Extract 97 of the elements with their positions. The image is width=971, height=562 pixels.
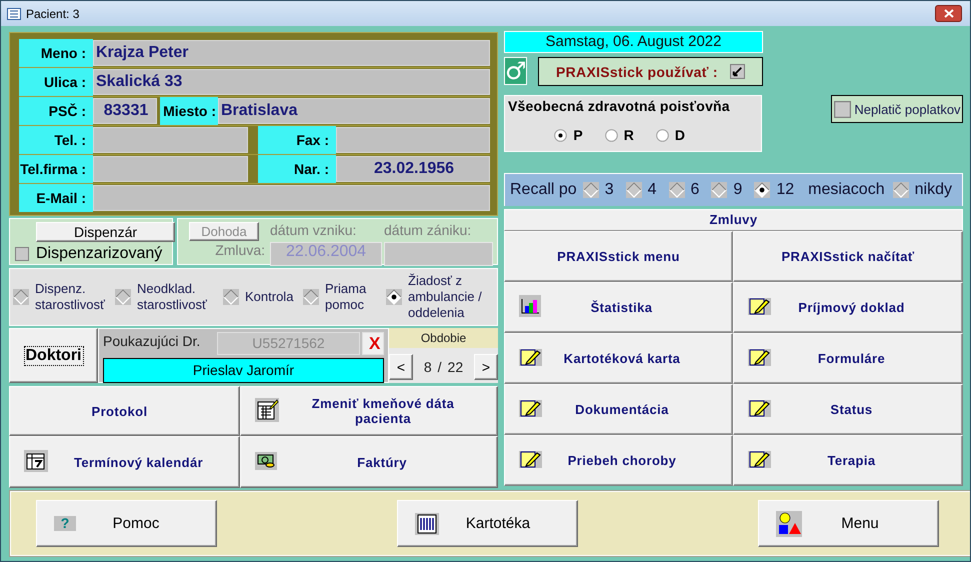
field-label: Nar. : <box>258 155 336 183</box>
action-button[interactable]: Termínový kalendár <box>9 436 240 488</box>
previous-button[interactable]: < <box>389 354 413 380</box>
next-button[interactable]: > <box>474 354 498 380</box>
text-field[interactable] <box>93 185 490 211</box>
card-file-icon <box>415 512 439 534</box>
radio-label: nikdy <box>914 181 952 199</box>
note-pencil-icon <box>519 400 542 416</box>
recall-label: Recall po <box>510 181 577 199</box>
shapes-icon <box>776 510 802 536</box>
action-button[interactable]: PRAXISstick menu <box>504 231 733 282</box>
text-field[interactable]: Skalická 33 <box>93 69 490 95</box>
close-button[interactable] <box>935 5 962 22</box>
checkbox[interactable] <box>834 100 852 118</box>
action-button[interactable]: Protokol <box>9 386 240 436</box>
radio-button[interactable] <box>604 128 618 142</box>
text-field[interactable] <box>93 156 248 182</box>
text-field[interactable]: 83331 <box>93 98 157 124</box>
radio-label: 4 <box>648 181 657 199</box>
radio-label: Dispenz. starostlivosť <box>35 281 105 313</box>
text-field[interactable]: 23.02.1956 <box>336 156 490 182</box>
action-button[interactable]: Zmeniť kmeňové dáta pacienta <box>240 386 498 436</box>
date-field[interactable] <box>384 242 493 266</box>
field-label: dátum vzniku: <box>270 222 358 240</box>
form-edit-icon <box>255 398 279 422</box>
action-button[interactable]: Faktúry <box>240 436 498 488</box>
action-button[interactable]: Status <box>733 384 963 435</box>
bottom-button[interactable]: Kartotéka <box>397 500 578 547</box>
section-header: Zmluvy <box>504 209 963 231</box>
field-label: PSČ : <box>19 97 93 125</box>
bar-chart-icon <box>519 295 541 317</box>
checkbox-label: Neplatič poplatkov <box>854 102 961 116</box>
window-title: Pacient: 3 <box>26 6 80 20</box>
field-label: dátum zániku: <box>384 222 472 240</box>
radio-label: 6 <box>690 181 700 199</box>
note-pencil-icon <box>748 348 771 366</box>
note-pencil-icon <box>748 450 771 468</box>
close-icon <box>944 9 954 18</box>
action-button[interactable]: Príjmový doklad <box>733 282 963 333</box>
note-pencil-icon <box>748 400 771 416</box>
gender-symbol: ♂ <box>504 57 527 85</box>
action-button[interactable]: Štatistika <box>504 282 733 333</box>
doctor-name-field[interactable]: Prieslav Jaromír <box>103 358 384 383</box>
field-label: Fax : <box>258 126 336 154</box>
checkbox-label: PRAXISstick používať : <box>556 64 718 80</box>
bottom-button[interactable]: Menu <box>758 500 939 547</box>
radio-label: D <box>674 127 685 143</box>
action-button[interactable]: Kartotéková karta <box>504 333 733 384</box>
doctors-button[interactable]: Doktori <box>9 328 98 383</box>
checkbox-label: Dispenzarizovaný <box>36 245 162 263</box>
checkbox[interactable] <box>15 247 29 261</box>
radio-label: Priama pomoc <box>325 281 366 313</box>
field-label: Meno : <box>19 39 93 67</box>
radio-label: Neodklad. starostlivosť <box>137 281 207 313</box>
text-field[interactable] <box>336 127 490 153</box>
action-button[interactable]: Dokumentácia <box>504 384 733 435</box>
field-label: Zmluva: <box>214 242 266 260</box>
date-label: Samstag, 06. August 2022 <box>504 31 763 53</box>
bottom-button[interactable]: ? Pomoc <box>36 500 217 547</box>
checkbox[interactable] <box>730 64 745 79</box>
unit-label: mesiacoch <box>808 181 885 199</box>
field-label: Tel.firma : <box>19 155 93 183</box>
note-pencil-icon <box>519 348 542 366</box>
text-field[interactable] <box>93 127 248 153</box>
text-field[interactable]: Bratislava <box>218 98 490 124</box>
period-current: 8 <box>424 358 432 374</box>
radio-label: P <box>573 127 583 143</box>
period-total: 22 <box>448 358 464 374</box>
dispenzar-button[interactable]: Dispenzár <box>36 222 175 242</box>
help-icon: ? <box>54 516 76 531</box>
radio-label: 12 <box>776 181 794 199</box>
money-icon <box>255 452 277 470</box>
radio-label: 9 <box>733 181 742 199</box>
insurance-name: Všeobecná zdravotná poisťovňa <box>508 98 731 114</box>
radio-label: Kontrola <box>245 289 294 305</box>
note-pencil-icon <box>519 450 542 468</box>
field-label: Poukazujúci Dr. <box>103 332 202 351</box>
action-button[interactable]: PRAXISstick načítať <box>733 231 963 282</box>
radio-label: Žiadosť z ambulancie / oddelenia <box>408 273 482 321</box>
form-icon <box>7 8 21 20</box>
field-label: Miesto : <box>160 97 218 125</box>
calendar-icon <box>24 450 48 472</box>
radio-label: 3 <box>604 181 614 199</box>
action-button[interactable]: Formuláre <box>733 333 963 384</box>
radio-button[interactable] <box>554 128 568 142</box>
clear-button[interactable]: X <box>362 332 384 355</box>
action-button[interactable]: Priebeh choroby <box>504 435 733 486</box>
field-label: E-Mail : <box>19 184 93 212</box>
radio-label: R <box>624 127 634 143</box>
note-pencil-icon <box>748 298 771 314</box>
field-label: Ulica : <box>19 68 93 96</box>
field-label: Tel. : <box>19 126 93 154</box>
period-separator: / <box>438 358 442 374</box>
text-field[interactable]: Krajza Peter <box>93 40 490 66</box>
action-button[interactable]: Terapia <box>733 435 963 486</box>
radio-button[interactable] <box>656 128 669 142</box>
period-header: Obdobie <box>389 328 498 348</box>
